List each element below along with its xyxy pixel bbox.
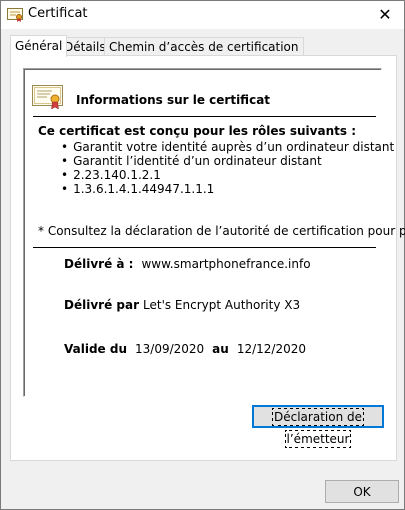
list-item: Garantit l’identité d’un ordinateur dist… xyxy=(61,154,394,168)
policy-note: * Consultez la déclaration de l’autorité… xyxy=(38,224,405,238)
issued-by-value: Let's Encrypt Authority X3 xyxy=(143,298,301,312)
divider xyxy=(33,247,376,248)
title-bar: Certificat ✕ xyxy=(1,1,404,29)
issuer-statement-button[interactable]: Déclaration de l’émetteur xyxy=(252,405,384,448)
divider xyxy=(33,116,376,117)
issued-by-label: Délivré par xyxy=(64,298,139,312)
general-panel: Informations sur le certificat Ce certif… xyxy=(10,55,405,461)
ok-button[interactable]: OK xyxy=(325,480,399,503)
certificate-icon xyxy=(7,8,23,22)
list-item: 1.3.6.1.4.1.44947.1.1.1 xyxy=(61,182,394,196)
list-item: 2.23.140.1.2.1 xyxy=(61,168,394,182)
certificate-icon xyxy=(32,85,63,110)
valid-from-label: Valide du xyxy=(64,342,127,356)
list-item: Garantit votre identité auprès d’un ordi… xyxy=(61,140,394,154)
issued-to-value: www.smartphonefrance.info xyxy=(141,257,311,271)
validity-row: Valide du 13/09/2020 au 12/12/2020 xyxy=(64,342,306,356)
issued-by-row: Délivré par Let's Encrypt Authority X3 xyxy=(64,298,300,312)
close-button[interactable]: ✕ xyxy=(372,3,398,27)
close-icon: ✕ xyxy=(378,5,392,24)
valid-to-label: au xyxy=(212,342,229,356)
issued-to-row: Délivré à : www.smartphonefrance.info xyxy=(64,257,311,271)
info-title: Informations sur le certificat xyxy=(76,93,271,107)
valid-from-value: 13/09/2020 xyxy=(135,342,205,356)
roles-heading: Ce certificat est conçu pour les rôles s… xyxy=(38,124,356,138)
issued-to-label: Délivré à : xyxy=(64,257,134,271)
valid-to-value: 12/12/2020 xyxy=(236,342,306,356)
tab-general[interactable]: Général xyxy=(10,35,68,57)
certificate-info-box: Informations sur le certificat Ce certif… xyxy=(23,68,405,397)
window-title: Certificat xyxy=(28,6,88,21)
certificate-dialog: Certificat ✕ Général Détails Chemin d’ac… xyxy=(0,0,405,510)
tab-certification-path[interactable]: Chemin d’accès de certification xyxy=(104,37,304,56)
roles-list: Garantit votre identité auprès d’un ordi… xyxy=(61,140,394,196)
